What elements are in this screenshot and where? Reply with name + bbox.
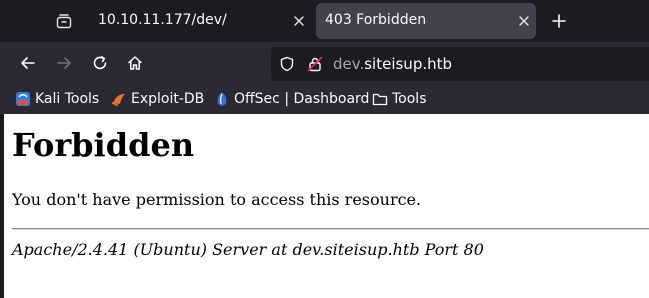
list-all-tabs-button[interactable] xyxy=(50,8,78,34)
tabs-list-icon xyxy=(56,14,72,29)
tab-title: 403 Forbidden xyxy=(325,12,427,28)
forward-button[interactable] xyxy=(52,51,76,75)
lock-insecure-icon[interactable] xyxy=(307,56,323,72)
shield-icon[interactable] xyxy=(279,56,295,72)
navigation-toolbar: dev.siteisup.htb xyxy=(0,42,649,84)
server-signature: Apache/2.4.41 (Ubuntu) Server at dev.sit… xyxy=(12,240,484,259)
tab-title: 10.10.11.177/dev/ xyxy=(98,12,227,28)
exploitdb-icon xyxy=(112,94,125,106)
bookmark-label: Kali Tools xyxy=(35,91,100,107)
page-heading: Forbidden xyxy=(12,126,195,164)
home-button[interactable] xyxy=(123,51,147,75)
bookmark-label: Exploit-DB xyxy=(131,91,205,107)
bookmark-offsec-dashboard[interactable]: OffSec | Dashboard xyxy=(214,89,369,109)
tab-close-button[interactable] xyxy=(516,13,532,29)
bookmark-tools-folder[interactable]: Tools xyxy=(372,89,427,109)
bookmark-exploit-db[interactable]: Exploit-DB xyxy=(111,89,204,109)
error-message: You don't have permission to access this… xyxy=(12,190,422,209)
reload-button[interactable] xyxy=(88,51,112,75)
bookmark-label: Tools xyxy=(392,91,427,107)
tab-close-button[interactable] xyxy=(291,13,307,29)
close-icon xyxy=(519,16,529,26)
plus-icon xyxy=(552,14,566,28)
horizontal-rule xyxy=(12,228,649,230)
tab-strip: 10.10.11.177/dev/ 403 Forbidden xyxy=(0,0,649,42)
new-tab-button[interactable] xyxy=(546,9,572,33)
arrow-left-icon xyxy=(21,57,35,69)
url-domain: siteisup.htb xyxy=(364,55,453,73)
address-bar[interactable]: dev.siteisup.htb xyxy=(271,47,649,81)
arrow-right-icon xyxy=(57,57,71,69)
bookmark-kali-tools[interactable]: Kali Tools xyxy=(15,89,99,109)
bookmarks-toolbar: Kali Tools Exploit-DB OffSec | Dashboard… xyxy=(0,84,649,114)
bookmark-label: OffSec | Dashboard xyxy=(234,91,370,107)
back-button[interactable] xyxy=(16,51,40,75)
home-icon xyxy=(128,56,142,70)
close-icon xyxy=(294,16,304,26)
tab-403-forbidden[interactable]: 403 Forbidden xyxy=(316,3,536,39)
page-content: Forbidden You don't have permission to a… xyxy=(4,114,649,298)
offsec-icon xyxy=(217,92,227,106)
kali-icon xyxy=(16,92,30,106)
tab-dev-directory[interactable]: 10.10.11.177/dev/ xyxy=(86,3,311,39)
url-subdomain: dev. xyxy=(333,55,365,73)
url-text[interactable]: dev.siteisup.htb xyxy=(333,55,452,73)
folder-icon xyxy=(372,93,388,106)
reload-icon xyxy=(93,56,107,70)
